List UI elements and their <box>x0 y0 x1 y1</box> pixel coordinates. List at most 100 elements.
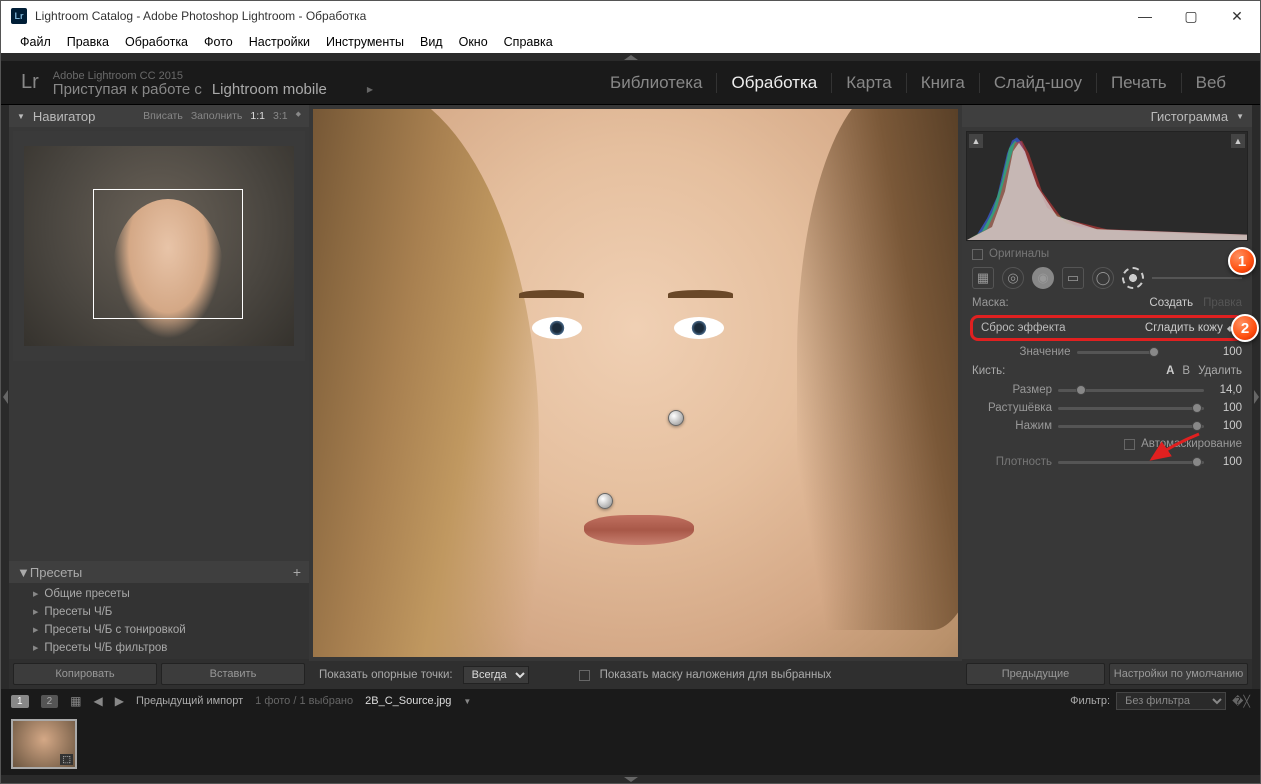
tool-size-slider[interactable] <box>1152 277 1242 279</box>
copy-button[interactable]: Копировать <box>13 663 157 685</box>
mask-create[interactable]: Создать <box>1149 297 1193 309</box>
effect-preset-dropdown[interactable]: Сгладить кожу ◆ <box>1145 322 1233 334</box>
second-display-button[interactable]: 2 <box>41 695 59 708</box>
module-print[interactable]: Печать <box>1097 73 1182 93</box>
module-map[interactable]: Карта <box>832 73 907 93</box>
menu-view[interactable]: Вид <box>413 33 450 51</box>
size-slider[interactable] <box>1058 389 1204 392</box>
effect-reset-label[interactable]: Сброс эффекта <box>981 322 1066 334</box>
nav-1to1[interactable]: 1:1 <box>250 110 265 122</box>
bottom-panel-grip[interactable] <box>1 775 1260 783</box>
source-label[interactable]: Предыдущий импорт <box>136 695 243 707</box>
nav-fit[interactable]: Вписать <box>143 110 183 122</box>
minimize-button[interactable]: — <box>1122 1 1168 31</box>
brush-a[interactable]: A <box>1166 365 1174 377</box>
shadow-clip-icon[interactable]: ▲ <box>969 134 983 148</box>
module-book[interactable]: Книга <box>907 73 980 93</box>
module-develop[interactable]: Обработка <box>717 73 832 93</box>
size-value: 14,0 <box>1210 384 1242 396</box>
nav-3to1[interactable]: 3:1 <box>273 110 288 122</box>
value-slider[interactable] <box>1077 351 1157 354</box>
show-mask-checkbox[interactable] <box>579 670 590 681</box>
left-panel: ▼ Навигатор Вписать Заполнить 1:1 3:1 ◆ <box>9 105 309 689</box>
menu-develop[interactable]: Обработка <box>118 33 195 51</box>
mask-edit[interactable]: Правка <box>1203 297 1242 309</box>
current-filename[interactable]: 2B_C_Source.jpg <box>365 695 451 707</box>
right-panel: Гистограмма ▼ ▲ ▲ Оригиналы <box>962 105 1252 689</box>
highlight-clip-icon[interactable]: ▲ <box>1231 134 1245 148</box>
histogram-header[interactable]: Гистограмма ▼ <box>962 105 1252 127</box>
previous-button[interactable]: Предыдущие <box>966 663 1105 685</box>
filmstrip[interactable] <box>1 713 1260 775</box>
photo-count: 1 фото / 1 выбрано <box>255 695 353 707</box>
preset-folder[interactable]: Общие пресеты <box>9 585 309 603</box>
navigator-title: Навигатор <box>33 109 95 124</box>
brush-tool-icon[interactable] <box>1122 267 1144 289</box>
module-header: Lr Adobe Lightroom CC 2015 Приступая к р… <box>1 61 1260 105</box>
spot-tool-icon[interactable]: ◎ <box>1002 267 1024 289</box>
triangle-down-icon: ▼ <box>17 565 30 580</box>
left-panel-grip[interactable] <box>1 105 9 689</box>
menu-settings[interactable]: Настройки <box>242 33 317 51</box>
filmstrip-thumbnail[interactable] <box>11 719 77 769</box>
module-library[interactable]: Библиотека <box>596 73 717 93</box>
density-label: Плотность <box>972 456 1052 468</box>
menu-tools[interactable]: Инструменты <box>319 33 411 51</box>
nav-zoom-dropdown-icon[interactable]: ◆ <box>296 110 301 122</box>
nav-fill[interactable]: Заполнить <box>191 110 243 122</box>
next-photo-icon[interactable]: ▶ <box>115 694 124 708</box>
add-preset-icon[interactable]: + <box>293 564 301 580</box>
paste-button[interactable]: Вставить <box>161 663 305 685</box>
brush-delete[interactable]: Удалить <box>1198 365 1242 377</box>
presets-header[interactable]: ▼ Пресеты + <box>9 561 309 583</box>
flow-slider[interactable] <box>1058 425 1204 428</box>
grid-icon[interactable]: ▦ <box>70 694 81 708</box>
crop-tool-icon[interactable]: ▦ <box>972 267 994 289</box>
feather-slider[interactable] <box>1058 407 1204 410</box>
maximize-button[interactable]: ▢ <box>1168 1 1214 31</box>
annotation-arrow-icon <box>1144 429 1204 465</box>
automask-checkbox[interactable] <box>1124 439 1135 450</box>
module-web[interactable]: Веб <box>1182 73 1240 93</box>
histogram[interactable]: ▲ ▲ <box>966 131 1248 241</box>
navigator-thumbnail[interactable] <box>13 131 305 361</box>
menu-window[interactable]: Окно <box>452 33 495 51</box>
adjustment-pin[interactable] <box>668 410 684 426</box>
preset-folder[interactable]: Пресеты Ч/Б с тонировкой <box>9 621 309 639</box>
value-label: Значение <box>1020 346 1071 358</box>
prev-photo-icon[interactable]: ◀ <box>93 694 102 708</box>
effect-preset-row: Сброс эффекта Сгладить кожу ◆ 2 <box>970 315 1244 341</box>
density-value: 100 <box>1210 456 1242 468</box>
annotation-callout-2: 2 <box>1231 314 1259 342</box>
filename-dropdown-icon[interactable]: ▼ <box>463 697 471 706</box>
preset-folder[interactable]: Пресеты Ч/Б <box>9 603 309 621</box>
gradient-tool-icon[interactable]: ▭ <box>1062 267 1084 289</box>
navigator-crop-rect[interactable] <box>93 189 243 319</box>
show-pins-label: Показать опорные точки: <box>319 669 453 681</box>
menu-help[interactable]: Справка <box>497 33 560 51</box>
main-display-button[interactable]: 1 <box>11 695 29 708</box>
titlebar[interactable]: Lr Lightroom Catalog - Adobe Photoshop L… <box>1 1 1260 31</box>
originals-checkbox[interactable] <box>972 249 983 260</box>
navigator-header[interactable]: ▼ Навигатор Вписать Заполнить 1:1 3:1 ◆ <box>9 105 309 127</box>
preset-folder[interactable]: Пресеты Ч/Б фильтров <box>9 639 309 657</box>
tool-strip: ▦ ◎ ◉ ▭ ◯ <box>962 263 1252 293</box>
top-panel-grip[interactable] <box>1 53 1260 61</box>
radial-tool-icon[interactable]: ◯ <box>1092 267 1114 289</box>
filter-select[interactable]: Без фильтра <box>1116 692 1226 710</box>
close-button[interactable]: ✕ <box>1214 1 1260 31</box>
reset-button[interactable]: Настройки по умолчанию <box>1109 663 1248 685</box>
menu-photo[interactable]: Фото <box>197 33 240 51</box>
menu-file[interactable]: Файл <box>13 33 58 51</box>
brush-b[interactable]: B <box>1182 365 1190 377</box>
header-mobile-link[interactable]: Lightroom mobile <box>212 83 327 96</box>
show-pins-select[interactable]: Всегда <box>463 666 529 684</box>
image-canvas[interactable] <box>313 109 958 657</box>
redeye-tool-icon[interactable]: ◉ <box>1032 267 1054 289</box>
adjustment-pin[interactable] <box>597 493 613 509</box>
right-panel-grip[interactable] <box>1252 105 1260 689</box>
filter-lock-icon[interactable]: �╳ <box>1232 695 1250 708</box>
dropdown-icon[interactable]: ▶ <box>367 83 373 96</box>
menu-edit[interactable]: Правка <box>60 33 116 51</box>
module-slideshow[interactable]: Слайд-шоу <box>980 73 1097 93</box>
